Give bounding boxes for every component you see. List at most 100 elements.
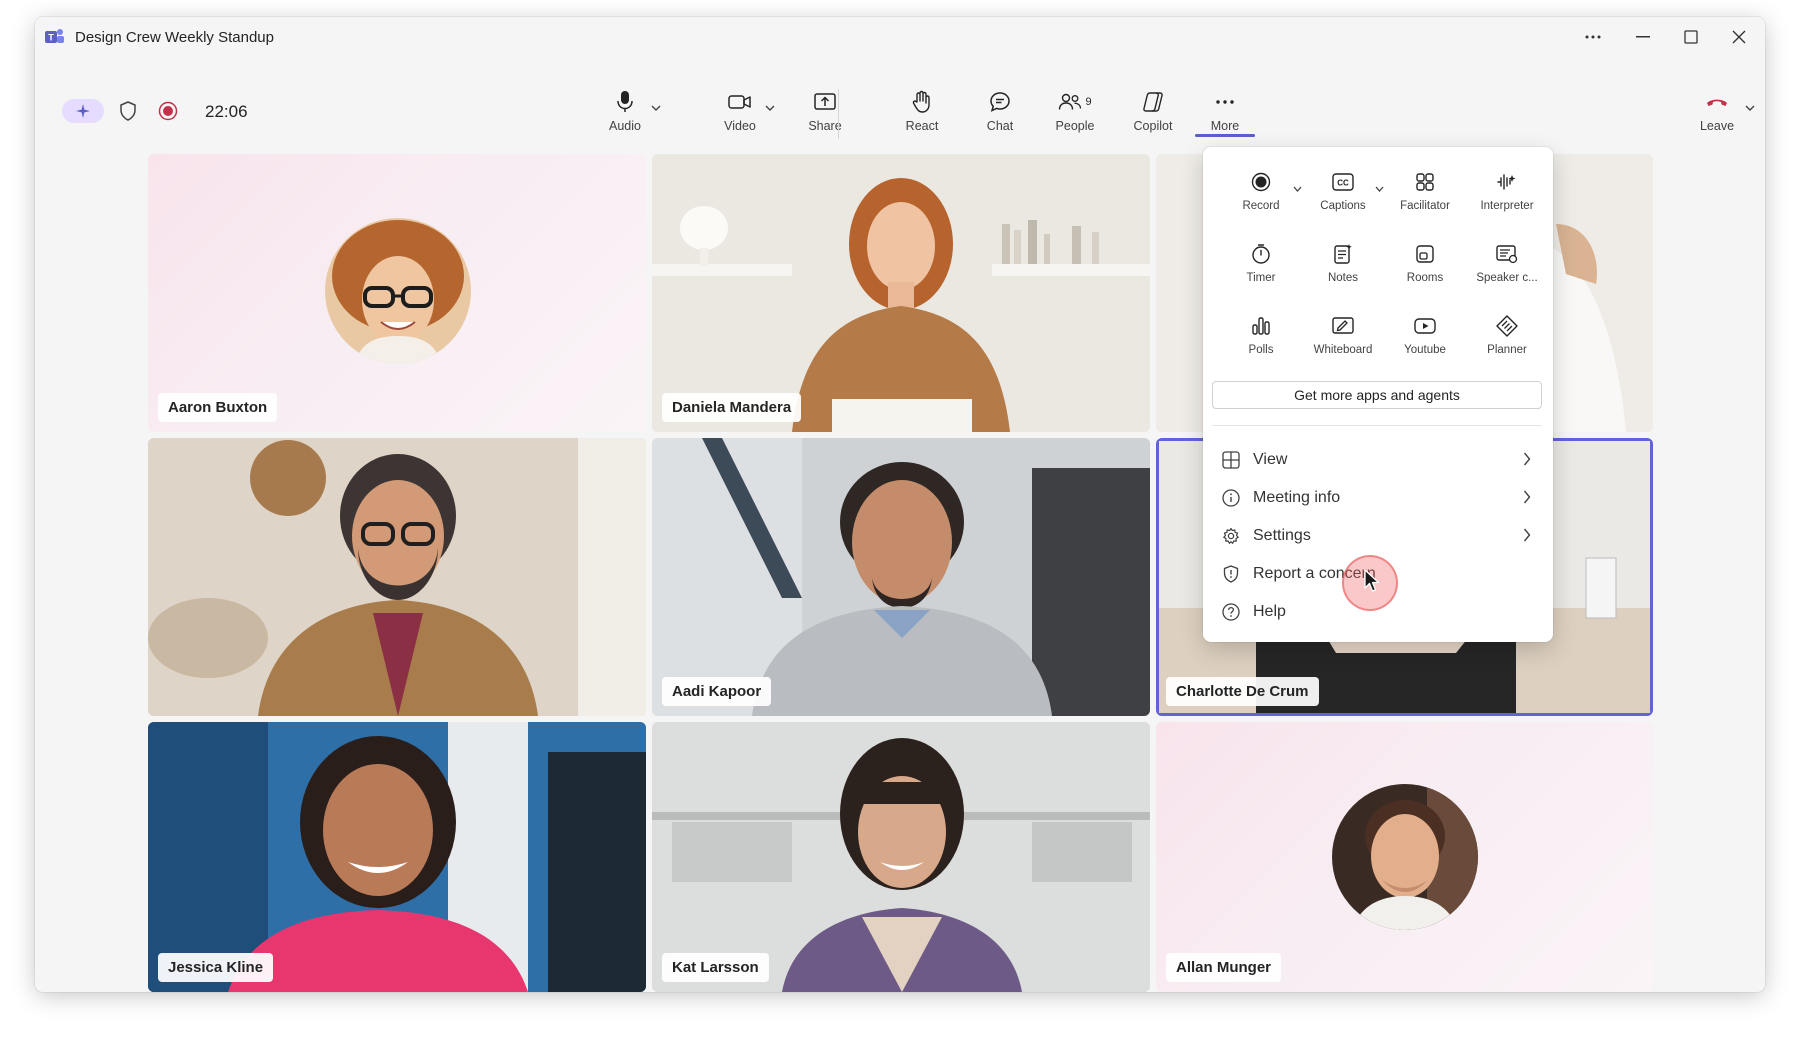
info-icon <box>1222 489 1240 507</box>
toolbar-divider <box>838 89 839 139</box>
chat-bubble-icon <box>990 92 1010 112</box>
participant-name: Allan Munger <box>1166 953 1282 982</box>
chevron-down-icon <box>1293 186 1301 192</box>
participant-tile[interactable]: Aaron Buxton <box>148 154 646 432</box>
participant-name: Kat Larsson <box>662 953 769 982</box>
rooms-icon <box>1416 245 1434 263</box>
minimize-icon <box>1636 36 1650 38</box>
copilot-button[interactable]: Copilot <box>1128 89 1178 143</box>
record-icon <box>1251 172 1271 192</box>
chevron-right-icon <box>1523 528 1531 542</box>
participant-video <box>652 438 1150 716</box>
avatar <box>1332 784 1478 930</box>
people-count: 9 <box>1085 96 1092 108</box>
chat-button[interactable]: Chat <box>975 89 1025 143</box>
sparkle-icon <box>76 104 90 118</box>
gear-icon <box>1223 527 1239 544</box>
participant-tile[interactable]: Kat Larsson <box>652 722 1150 992</box>
react-button[interactable]: React <box>897 89 947 143</box>
whiteboard-app-button[interactable]: Whiteboard <box>1303 313 1383 371</box>
title-bar: T Design Crew Weekly Standup <box>35 17 1765 58</box>
polls-icon <box>1252 317 1270 335</box>
facilitator-icon <box>1416 173 1434 191</box>
participant-name: Daniela Mandera <box>662 393 802 422</box>
facilitator-app-button[interactable]: Facilitator <box>1385 169 1465 227</box>
minimize-button[interactable] <box>1625 23 1661 51</box>
mouse-pointer-icon <box>1364 569 1380 592</box>
avatar <box>325 218 471 364</box>
people-icon <box>1059 93 1082 110</box>
share-screen-icon <box>814 93 836 110</box>
leave-options-caret[interactable] <box>1743 101 1757 115</box>
interpreter-icon <box>1497 174 1516 190</box>
ellipsis-icon <box>1585 35 1601 39</box>
raise-hand-icon <box>912 90 930 113</box>
participant-name: Aadi Kapoor <box>662 677 772 706</box>
copilot-icon <box>1143 92 1163 112</box>
timer-app-button[interactable]: Timer <box>1221 241 1301 299</box>
timer-icon <box>1252 244 1270 264</box>
help-icon <box>1222 603 1240 621</box>
participant-name: Jessica Kline <box>158 953 274 982</box>
get-more-apps-button[interactable]: Get more apps and agents <box>1212 381 1542 409</box>
leave-button[interactable]: Leave <box>1695 89 1739 143</box>
security-shield-icon[interactable] <box>117 100 139 122</box>
teams-meeting-window: T Design Crew Weekly Standup 22:06 Audio… <box>35 17 1765 992</box>
menu-divider <box>1212 425 1542 426</box>
menu-item-settings[interactable]: Settings <box>1211 518 1545 554</box>
speaker-coach-app-button[interactable]: Speaker c... <box>1467 241 1547 299</box>
svg-text:CC: CC <box>1337 179 1349 188</box>
meeting-timer: 22:06 <box>205 102 248 121</box>
whiteboard-icon <box>1332 317 1354 334</box>
recording-indicator-icon <box>157 100 179 122</box>
chevron-right-icon <box>1523 452 1531 466</box>
participant-tile[interactable]: Allan Munger <box>1156 722 1653 992</box>
audio-options-caret[interactable] <box>649 101 663 115</box>
speaker-coach-icon <box>1496 245 1518 264</box>
participant-video <box>652 154 1150 432</box>
menu-item-view[interactable]: View <box>1211 442 1545 478</box>
polls-app-button[interactable]: Polls <box>1221 313 1301 371</box>
captions-options-caret[interactable] <box>1373 183 1385 195</box>
maximize-button[interactable] <box>1673 23 1709 51</box>
participant-tile[interactable]: Jessica Kline <box>148 722 646 992</box>
window-more-options-button[interactable] <box>1575 23 1611 51</box>
participant-video <box>148 722 646 992</box>
participant-tile[interactable]: Daniela Mandera <box>652 154 1150 432</box>
planner-icon <box>1496 315 1518 337</box>
svg-text:T: T <box>48 33 54 43</box>
grid-view-icon <box>1222 451 1240 469</box>
chevron-right-icon <box>1523 490 1531 504</box>
record-options-caret[interactable] <box>1291 183 1303 195</box>
close-window-button[interactable] <box>1721 23 1757 51</box>
audio-button[interactable]: Audio <box>600 89 650 143</box>
microphone-icon <box>617 91 633 112</box>
participant-tile[interactable]: Aadi Kapoor <box>652 438 1150 716</box>
close-icon <box>1732 30 1746 44</box>
share-button[interactable]: Share <box>800 89 850 143</box>
participant-tile[interactable] <box>148 438 646 716</box>
menu-item-meeting-info[interactable]: Meeting info <box>1211 480 1545 516</box>
video-button[interactable]: Video <box>715 89 765 143</box>
video-camera-icon <box>728 95 751 109</box>
interpreter-app-button[interactable]: Interpreter <box>1467 169 1547 227</box>
record-app-button[interactable]: Record <box>1221 169 1301 227</box>
hang-up-icon <box>1707 99 1727 106</box>
captions-icon: CC <box>1332 173 1354 191</box>
teams-logo-icon: T <box>45 29 64 43</box>
captions-app-button[interactable]: CC Captions <box>1303 169 1383 227</box>
participant-video <box>652 722 1150 992</box>
people-button[interactable]: 9 People <box>1050 89 1100 143</box>
video-options-caret[interactable] <box>763 101 777 115</box>
youtube-app-button[interactable]: Youtube <box>1385 313 1465 371</box>
notes-app-button[interactable]: Notes <box>1303 241 1383 299</box>
chevron-down-icon <box>1375 186 1383 192</box>
copilot-chip-button[interactable] <box>62 99 104 123</box>
planner-app-button[interactable]: Planner <box>1467 313 1547 371</box>
maximize-icon <box>1684 30 1698 44</box>
shield-icon <box>1223 565 1239 583</box>
participant-name: Charlotte De Crum <box>1166 677 1319 706</box>
youtube-icon <box>1414 318 1436 334</box>
rooms-app-button[interactable]: Rooms <box>1385 241 1465 299</box>
notes-icon <box>1334 244 1352 264</box>
